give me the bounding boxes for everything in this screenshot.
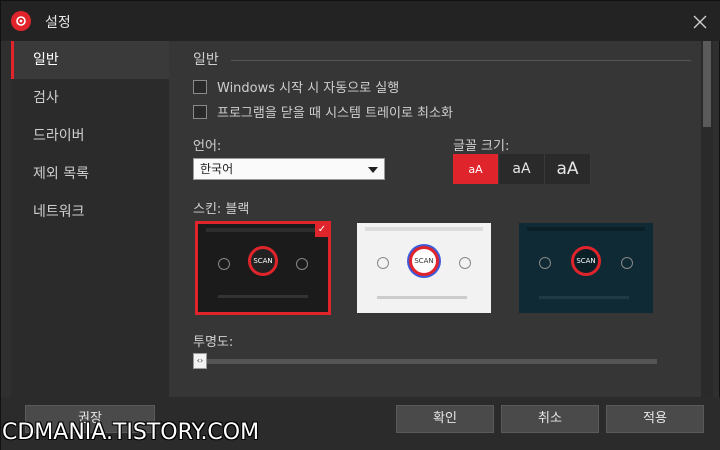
skin-teal-thumbnail[interactable]: SCAN <box>519 223 653 313</box>
skin-preview-dial <box>377 257 389 269</box>
sidebar-item-driver[interactable]: 드라이버 <box>11 117 169 155</box>
autostart-option[interactable]: Windows 시작 시 자동으로 실행 <box>193 77 399 96</box>
skin-black-thumbnail[interactable]: SCAN ✓ <box>195 221 331 315</box>
watermark-text: CDMANIA.TISTORY.COM <box>2 420 260 445</box>
skin-preview-dial <box>296 258 308 270</box>
sidebar-item-scan[interactable]: 검사 <box>11 79 169 117</box>
skin-preview-dial <box>621 257 633 269</box>
fontsize-small-button[interactable]: aA <box>453 154 499 184</box>
settings-window: 설정 일반 검사 드라이버 제외 목록 네트워크 일반 Windows 시작 시… <box>0 0 720 450</box>
skin-preview-scan: SCAN <box>248 245 278 276</box>
selected-check-icon: ✓ <box>315 224 328 237</box>
transparency-slider-handle[interactable]: ‹› <box>193 353 207 369</box>
autostart-checkbox[interactable] <box>193 79 207 94</box>
transparency-slider[interactable] <box>193 359 657 364</box>
fontsize-medium-button[interactable]: aA <box>499 154 545 184</box>
close-icon[interactable] <box>693 14 707 29</box>
sidebar-item-general[interactable]: 일반 <box>11 41 169 79</box>
skin-preview-footer <box>218 295 308 298</box>
minimize-tray-checkbox[interactable] <box>193 104 207 119</box>
skin-label: 스킨: 블랙 <box>193 202 250 217</box>
sidebar: 일반 검사 드라이버 제외 목록 네트워크 <box>11 41 169 397</box>
section-title: 일반 <box>193 52 219 68</box>
sidebar-item-exclusions[interactable]: 제외 목록 <box>11 155 169 193</box>
sidebar-item-network[interactable]: 네트워크 <box>11 193 169 231</box>
skin-preview-footer <box>377 296 467 299</box>
fontsize-label: 글꼴 크기: <box>453 139 510 154</box>
skin-preview-scan: SCAN <box>571 245 601 276</box>
title-bar: 설정 <box>1 1 720 41</box>
ok-button[interactable]: 확인 <box>396 405 494 433</box>
autostart-label: Windows 시작 시 자동으로 실행 <box>217 81 400 96</box>
skin-preview-dial <box>459 257 471 269</box>
skin-preview-scan: SCAN <box>409 245 439 276</box>
cancel-button[interactable]: 취소 <box>501 405 599 433</box>
app-logo-icon <box>11 11 31 31</box>
settings-content: 일반 Windows 시작 시 자동으로 실행 프로그램을 닫을 때 시스템 트… <box>169 41 701 397</box>
minimize-tray-option[interactable]: 프로그램을 닫을 때 시스템 트레이로 최소화 <box>193 102 453 121</box>
skin-white-thumbnail[interactable]: SCAN <box>357 223 491 313</box>
skin-preview-dial <box>539 257 551 269</box>
language-value: 한국어 <box>200 162 234 176</box>
skin-preview-footer <box>539 296 629 299</box>
language-label: 언어: <box>193 139 222 154</box>
transparency-label: 투명도: <box>193 335 234 350</box>
fontsize-selector: aA aA aA <box>453 154 591 184</box>
apply-button[interactable]: 적용 <box>606 405 704 433</box>
scrollbar-thumb[interactable] <box>703 41 711 127</box>
settings-scrollbar[interactable] <box>701 41 713 397</box>
skin-preview-bar <box>206 228 324 232</box>
skin-preview-bar <box>365 227 483 231</box>
language-select[interactable]: 한국어 <box>193 158 385 180</box>
skin-gallery: SCAN ✓ SCAN SCAN <box>193 221 673 315</box>
skin-preview-dial <box>218 258 230 270</box>
section-divider <box>231 60 691 61</box>
chevron-down-icon <box>368 167 378 173</box>
fontsize-large-button[interactable]: aA <box>545 154 591 184</box>
minimize-tray-label: 프로그램을 닫을 때 시스템 트레이로 최소화 <box>217 106 453 121</box>
skin-preview-bar <box>527 227 645 231</box>
window-title: 설정 <box>45 15 71 31</box>
